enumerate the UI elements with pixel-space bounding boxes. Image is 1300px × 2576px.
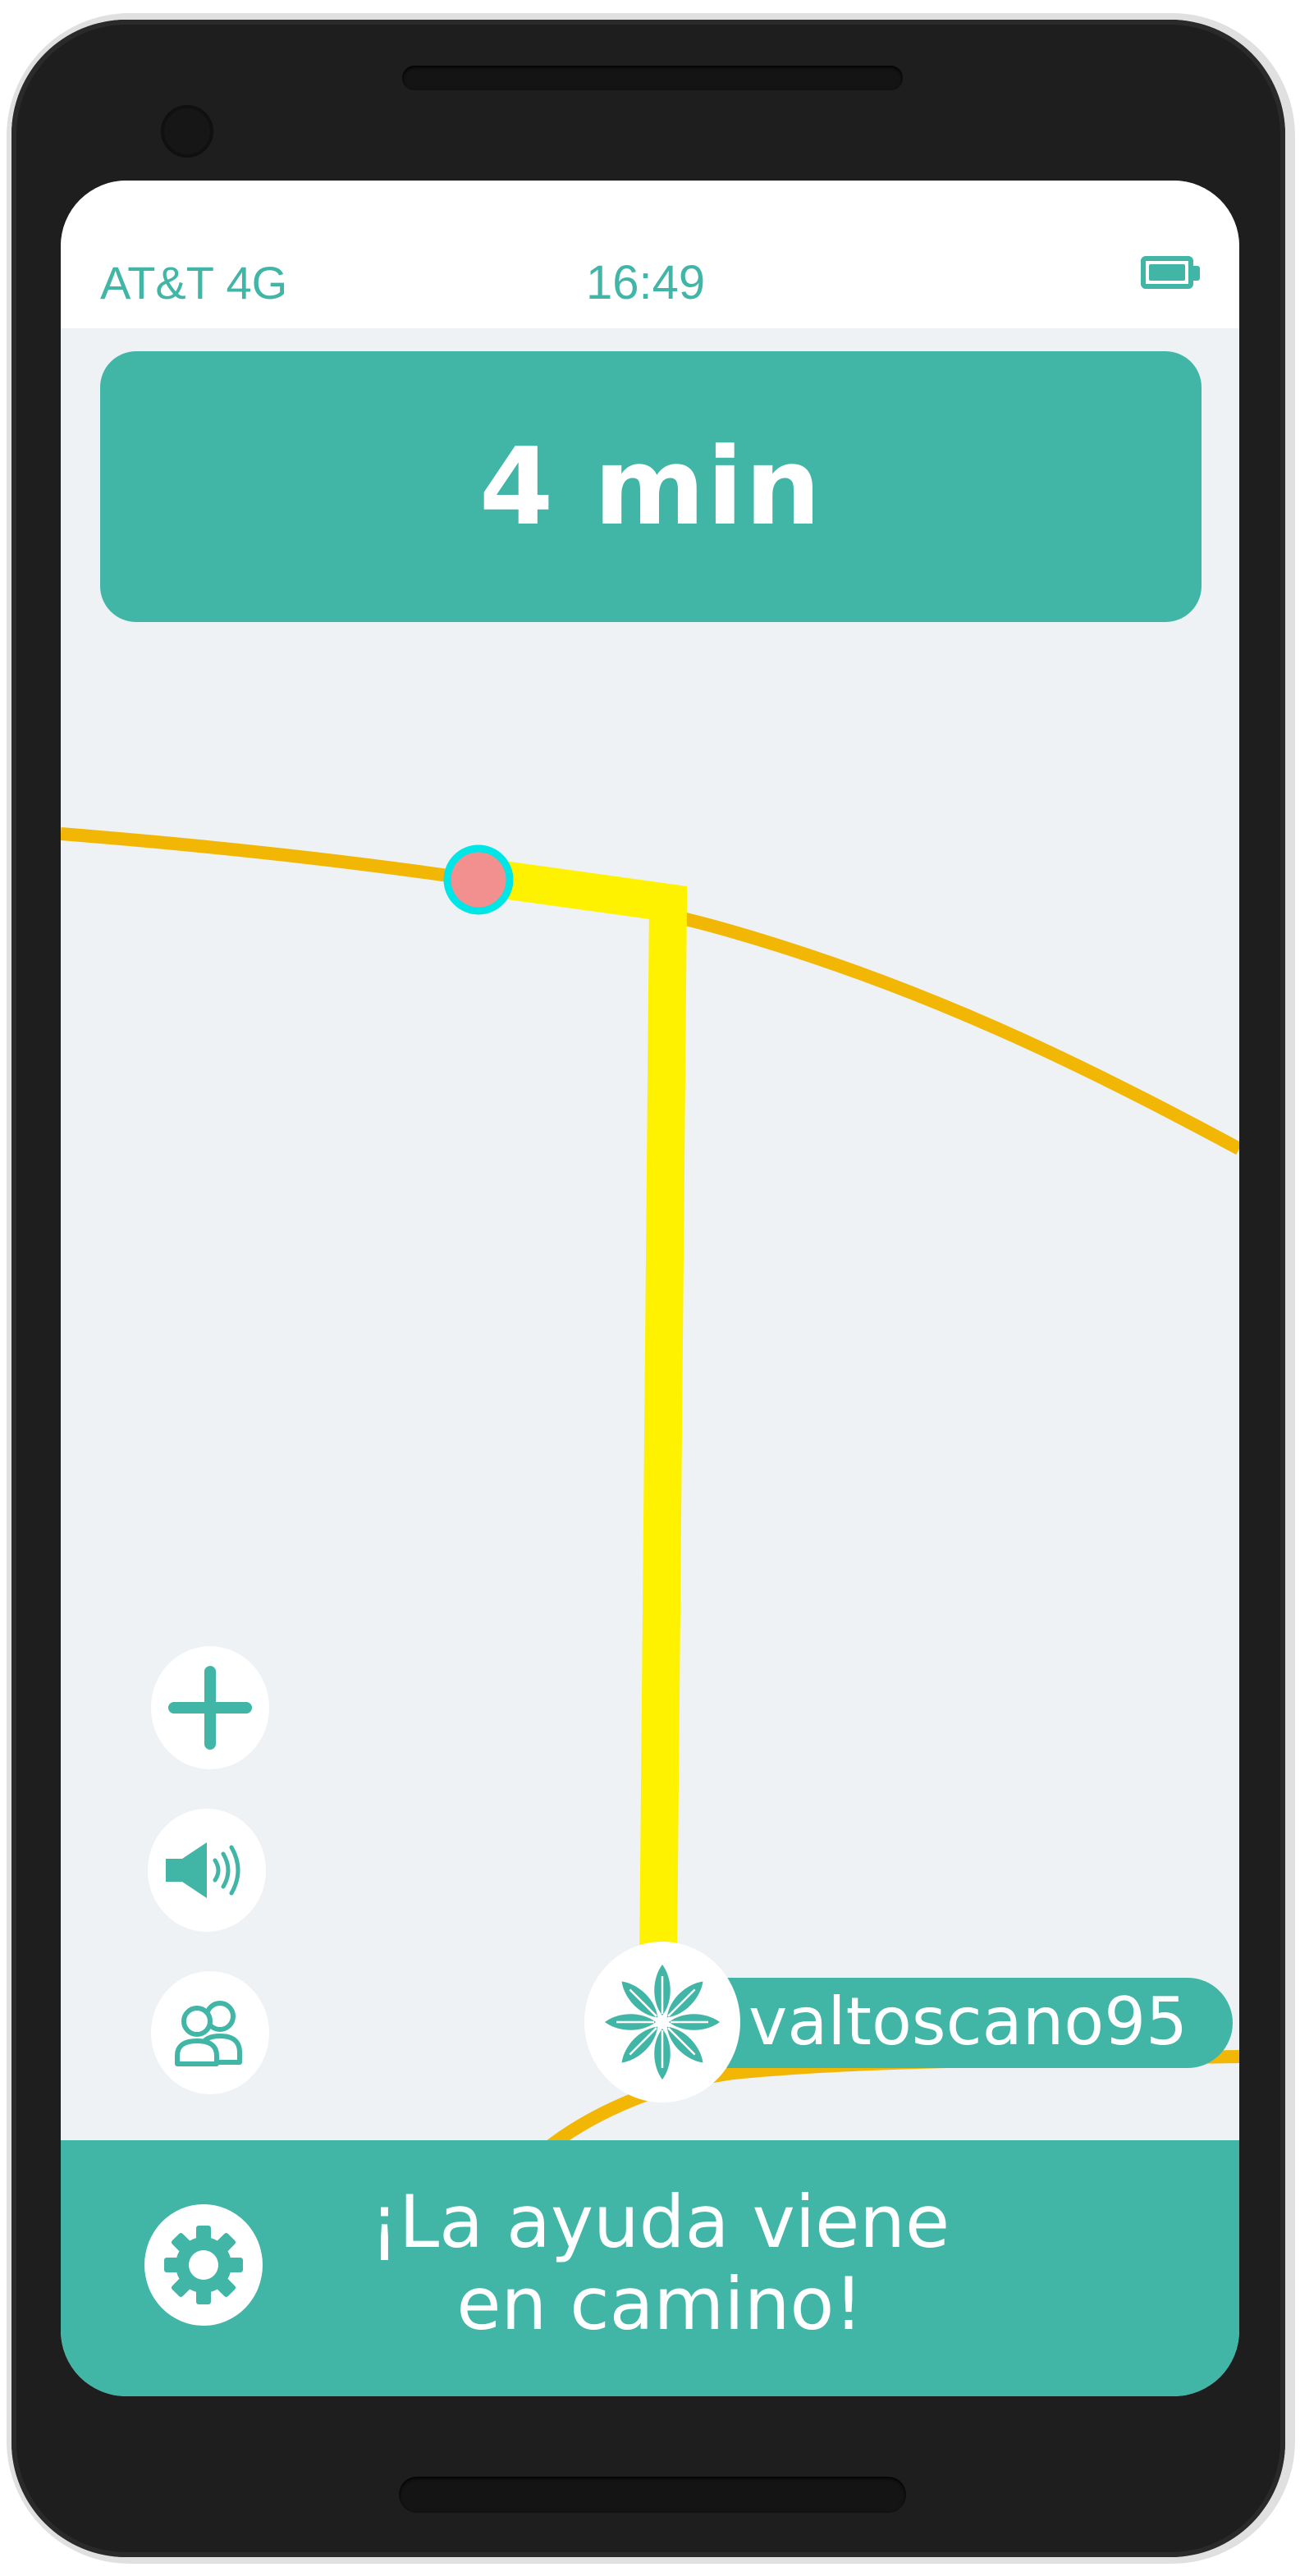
battery-tip bbox=[1193, 266, 1200, 281]
flower-logo-icon bbox=[605, 1965, 720, 2080]
user-badge[interactable]: valtoscano95 bbox=[584, 1942, 1233, 2102]
front-camera bbox=[161, 105, 213, 158]
username-label: valtoscano95 bbox=[748, 1983, 1188, 2060]
status-bar: AT&T 4G 16:49 bbox=[61, 181, 1239, 328]
users-icon bbox=[175, 2001, 242, 2066]
route-path bbox=[476, 858, 688, 1964]
speaker-icon bbox=[166, 1842, 240, 1898]
bottom-bar: ¡La ayuda viene en camino! bbox=[61, 2140, 1239, 2396]
battery-full-icon bbox=[1141, 256, 1193, 289]
plus-icon bbox=[168, 1666, 252, 1750]
eta-banner: 4 min bbox=[100, 351, 1202, 622]
earpiece-speaker bbox=[402, 66, 903, 90]
help-message: ¡La ayuda viene en camino! bbox=[323, 2181, 996, 2345]
settings-button[interactable] bbox=[144, 2204, 263, 2326]
bottom-speaker bbox=[399, 2477, 906, 2513]
location-marker[interactable] bbox=[443, 844, 514, 915]
clock-label: 16:49 bbox=[586, 256, 706, 309]
eta-text: 4 min bbox=[478, 424, 823, 549]
avatar[interactable] bbox=[584, 1942, 740, 2102]
help-message-line-1: ¡La ayuda viene bbox=[369, 2180, 950, 2264]
phone-screen: AT&T 4G 16:49 4 min valtoscano95 ¡La ayu… bbox=[61, 181, 1239, 2396]
carrier-label: AT&T 4G bbox=[100, 257, 288, 309]
sound-button[interactable] bbox=[148, 1809, 266, 1932]
zoom-in-button[interactable] bbox=[151, 1646, 269, 1769]
gear-icon bbox=[164, 2226, 243, 2304]
group-button[interactable] bbox=[151, 1971, 269, 2094]
help-message-line-2: en camino! bbox=[456, 2262, 863, 2346]
